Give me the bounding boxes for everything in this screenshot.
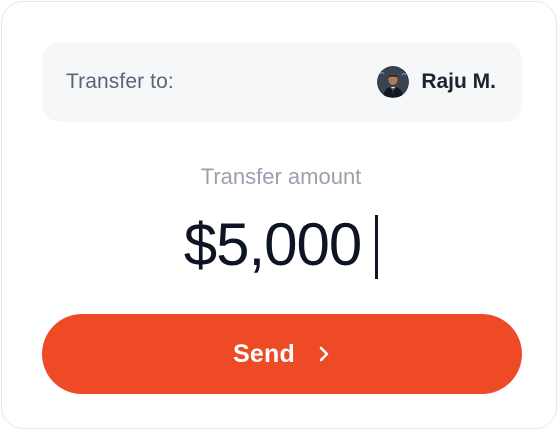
recipient[interactable]: Raju M. (377, 66, 496, 98)
send-button-label: Send (233, 339, 295, 368)
recipient-name: Raju M. (421, 70, 496, 93)
avatar (377, 66, 410, 98)
send-button[interactable]: Send (42, 314, 522, 394)
transfer-to-label: Transfer to: (66, 70, 174, 93)
recipient-row[interactable]: Transfer to: Raju M. (42, 42, 522, 122)
amount-value: $5,000 (183, 211, 363, 278)
text-cursor (375, 215, 379, 279)
transfer-card: Transfer to: Raju M. Transfer amount $5,… (1, 1, 557, 429)
transfer-amount-label: Transfer amount (200, 164, 362, 189)
amount-input[interactable]: $5,000 (2, 208, 560, 282)
chevron-right-icon (319, 346, 329, 362)
